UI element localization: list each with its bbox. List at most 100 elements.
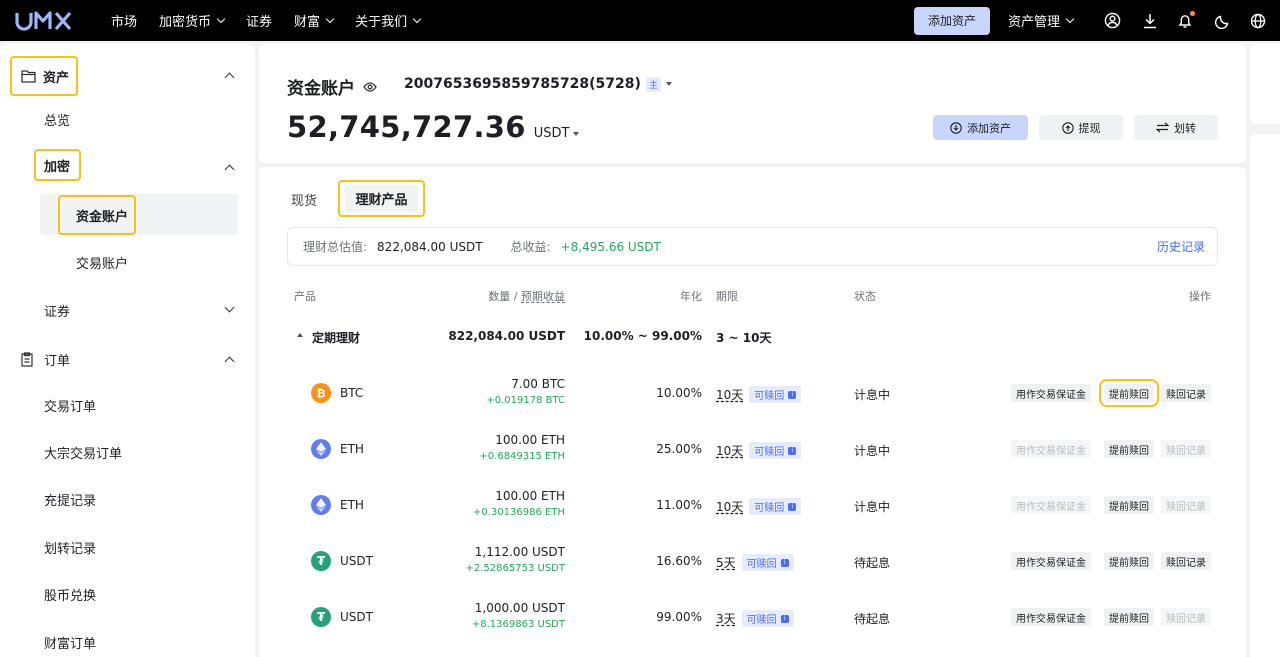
sidebar-group-securities[interactable]: 证券: [44, 301, 70, 320]
term-days[interactable]: 3天: [716, 610, 736, 627]
term-days[interactable]: 10天: [716, 442, 743, 459]
umx-logo[interactable]: [15, 10, 85, 32]
sidebar-group-orders[interactable]: 订单: [20, 350, 70, 369]
tab-wealth-label: 理财产品: [345, 185, 418, 212]
total-valuation-label: 理财总估值:: [303, 240, 368, 254]
nav-item-3[interactable]: 财富: [294, 11, 335, 30]
asset-management-menu[interactable]: 资产管理: [1008, 11, 1075, 30]
col-header-qty: 数量: [488, 290, 511, 303]
early-redeem-button[interactable]: 提前赎回: [1104, 440, 1154, 458]
redeem-history-button[interactable]: 赎回记录: [1161, 608, 1211, 626]
info-icon[interactable]: i: [780, 614, 789, 623]
amount: 7.00 BTC: [511, 377, 565, 391]
caret-up-icon[interactable]: [297, 333, 303, 337]
info-icon[interactable]: i: [780, 558, 789, 567]
early-redeem-button[interactable]: 提前赎回: [1104, 552, 1154, 570]
nav-item-label: 财富: [294, 15, 321, 30]
redeemable-badge: 可赎回 i: [749, 442, 802, 459]
info-icon[interactable]: i: [788, 502, 797, 511]
sidebar-overview-label: 总览: [44, 114, 71, 129]
chevron-down-icon: [412, 14, 422, 23]
transfer-button[interactable]: 划转: [1134, 115, 1218, 140]
sidebar-order-item[interactable]: 划转记录: [44, 538, 96, 557]
table-row: ETH 100.00 ETH +0.6849315 ETH 25.00% 10天…: [259, 423, 1246, 473]
tab-spot[interactable]: 现货: [291, 187, 317, 211]
withdraw-button[interactable]: 提现: [1039, 115, 1123, 140]
use-as-margin-button[interactable]: 用作交易保证金: [1011, 496, 1091, 514]
currency-selector[interactable]: USDT: [534, 126, 580, 141]
currency-label: USDT: [533, 126, 570, 141]
sidebar-group-assets[interactable]: 资产: [10, 56, 78, 96]
redeem-history-button[interactable]: 赎回记录: [1161, 496, 1211, 514]
redeem-history-button[interactable]: 赎回记录: [1161, 552, 1211, 570]
info-icon[interactable]: i: [788, 446, 797, 455]
redeemable-label: 可赎回: [754, 391, 785, 402]
col-header-est[interactable]: 预期收益: [521, 290, 565, 303]
redeem-history-button[interactable]: 赎回记录: [1161, 440, 1211, 458]
chevron-down-icon[interactable]: [224, 302, 235, 313]
coin-name: ETH: [340, 498, 364, 512]
group-row-fixed-term[interactable]: 定期理财 822,084.00 USDT 10.00% ~ 99.00% 3 ~…: [259, 327, 1246, 347]
download-icon[interactable]: [1138, 9, 1162, 33]
table-row: ₮ USDT 1,000.00 USDT +8.1369863 USDT 99.…: [259, 591, 1246, 641]
add-asset-top-button[interactable]: 添加资产: [913, 6, 990, 35]
expected-earnings: +0.30136986 ETH: [473, 507, 565, 518]
term-days[interactable]: 10天: [716, 386, 743, 403]
redeem-history-button[interactable]: 赎回记录: [1161, 384, 1211, 402]
redeemable-label: 可赎回: [746, 559, 777, 570]
use-as-margin-button[interactable]: 用作交易保证金: [1011, 384, 1091, 402]
apr: 16.60%: [656, 554, 702, 568]
info-icon[interactable]: i: [788, 390, 797, 399]
language-globe-icon[interactable]: [1246, 9, 1270, 33]
dark-mode-moon-icon[interactable]: [1211, 9, 1235, 33]
transfer-label: 划转: [1174, 121, 1196, 135]
amount: 100.00 ETH: [495, 433, 565, 447]
deposit-icon: [950, 121, 962, 134]
sidebar-order-item[interactable]: 股币兑换: [44, 585, 96, 604]
sidebar-item-trade-account[interactable]: 交易账户: [76, 253, 128, 272]
account-selector[interactable]: 2007653695859785728(5728) 主: [404, 76, 672, 92]
nav-item-4[interactable]: 关于我们: [355, 11, 422, 30]
sidebar-group-crypto[interactable]: 加密: [34, 149, 81, 181]
add-asset-button[interactable]: 添加资产: [933, 115, 1028, 140]
status: 计息中: [854, 500, 891, 514]
use-as-margin-button[interactable]: 用作交易保证金: [1011, 552, 1091, 570]
redeemable-badge: 可赎回 i: [749, 498, 802, 515]
sidebar-item-overview[interactable]: 总览: [44, 110, 70, 129]
use-as-margin-button[interactable]: 用作交易保证金: [1011, 440, 1091, 458]
nav-item-label: 关于我们: [355, 15, 408, 30]
sidebar-order-item[interactable]: 充提记录: [44, 490, 96, 509]
chevron-down-icon: [1065, 14, 1075, 23]
chevron-up-icon[interactable]: [224, 164, 235, 175]
redeemable-badge: 可赎回 i: [749, 386, 802, 403]
user-profile-icon[interactable]: [1100, 9, 1124, 33]
term-days[interactable]: 10天: [716, 498, 743, 515]
nav-item-1[interactable]: 加密货币: [159, 11, 226, 30]
term-cell: 5天 可赎回 i: [716, 554, 794, 571]
history-link[interactable]: 历史记录: [1157, 238, 1205, 255]
early-redeem-button[interactable]: 提前赎回: [1099, 379, 1159, 407]
chevron-up-icon[interactable]: [224, 72, 235, 83]
use-as-margin-button[interactable]: 用作交易保证金: [1011, 608, 1091, 626]
nav-item-0[interactable]: 市场: [111, 11, 137, 30]
sidebar-orders-label: 订单: [44, 354, 71, 369]
tab-wealth-products[interactable]: 理财产品: [338, 180, 425, 217]
redeemable-label: 可赎回: [754, 503, 785, 514]
early-redeem-button[interactable]: 提前赎回: [1104, 496, 1154, 514]
nav-item-2[interactable]: 证券: [246, 11, 272, 30]
sidebar-order-item[interactable]: 财富订单: [44, 633, 96, 652]
coin-name: ETH: [340, 442, 364, 456]
sidebar-order-item[interactable]: 大宗交易订单: [44, 443, 122, 462]
col-header-status: 状态: [854, 290, 876, 303]
col-header-product: 产品: [294, 290, 316, 303]
chevron-up-icon[interactable]: [224, 356, 235, 367]
col-header-sep: /: [510, 290, 521, 303]
nav-item-label: 证券: [246, 15, 273, 30]
sidebar-fund-account-label: 资金账户: [76, 209, 129, 225]
term-days[interactable]: 5天: [716, 554, 736, 571]
eye-icon[interactable]: [363, 81, 377, 92]
sidebar-order-item[interactable]: 交易订单: [44, 396, 96, 415]
sidebar-item-fund-account[interactable]: 资金账户: [58, 195, 136, 235]
early-redeem-button[interactable]: 提前赎回: [1104, 608, 1154, 626]
notification-bell-icon[interactable]: [1173, 9, 1197, 33]
